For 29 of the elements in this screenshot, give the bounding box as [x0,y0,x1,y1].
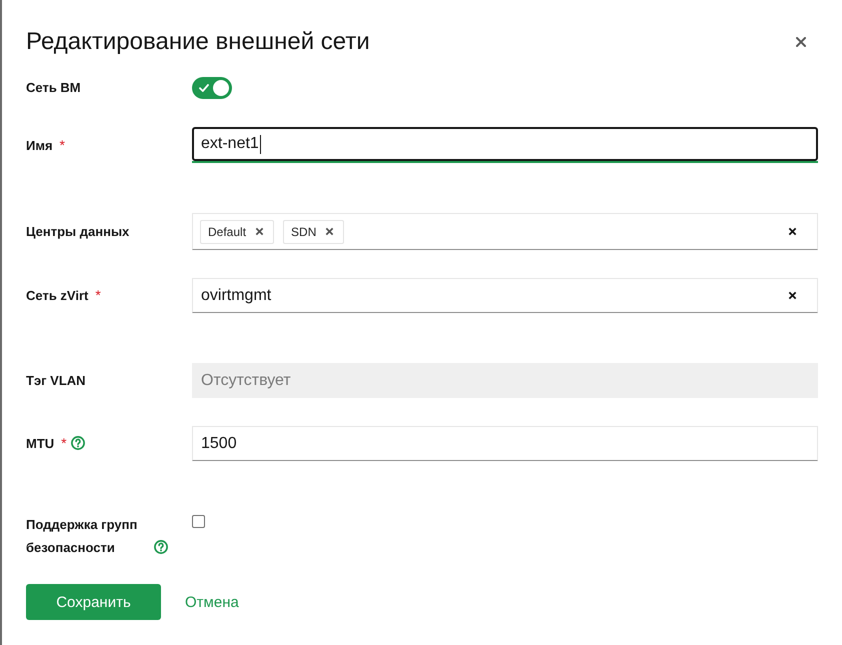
field-label: Поддержка групп безопасности [26,516,138,557]
field-label: Сеть ВМ [26,79,81,97]
toggle-switch[interactable] [192,76,232,98]
required-mark: * [61,435,67,451]
cancel-link[interactable]: Отмена [185,594,239,610]
field-label: Тэг VLAN [26,372,86,390]
clear-icon[interactable] [788,291,797,300]
select-field[interactable]: ovirtmgmt [192,278,818,313]
dialog-title: Редактирование внешней сети [26,28,370,56]
field-label: Имя [26,136,53,154]
remove-icon[interactable] [255,227,264,236]
check-icon [199,84,209,92]
text-field[interactable]: 1500 [192,426,818,461]
tags-field[interactable]: Default SDN [192,213,818,250]
tag-chip[interactable]: SDN [283,220,344,244]
field-label: Сеть zVirt [26,287,88,305]
checkbox[interactable] [192,515,205,528]
help-icon[interactable] [154,540,168,554]
text-field[interactable]: ext-net1 [192,127,818,163]
field-label: Центры данных [26,223,130,241]
save-button[interactable]: Сохранить [26,584,161,620]
close-icon[interactable] [796,37,806,47]
remove-icon[interactable] [325,227,334,236]
tag-chip[interactable]: Default [200,220,274,244]
clear-icon[interactable] [788,227,797,236]
required-mark: * [60,136,65,152]
required-mark: * [95,287,101,303]
help-icon[interactable] [70,436,85,450]
field-label: MTU [26,435,54,453]
